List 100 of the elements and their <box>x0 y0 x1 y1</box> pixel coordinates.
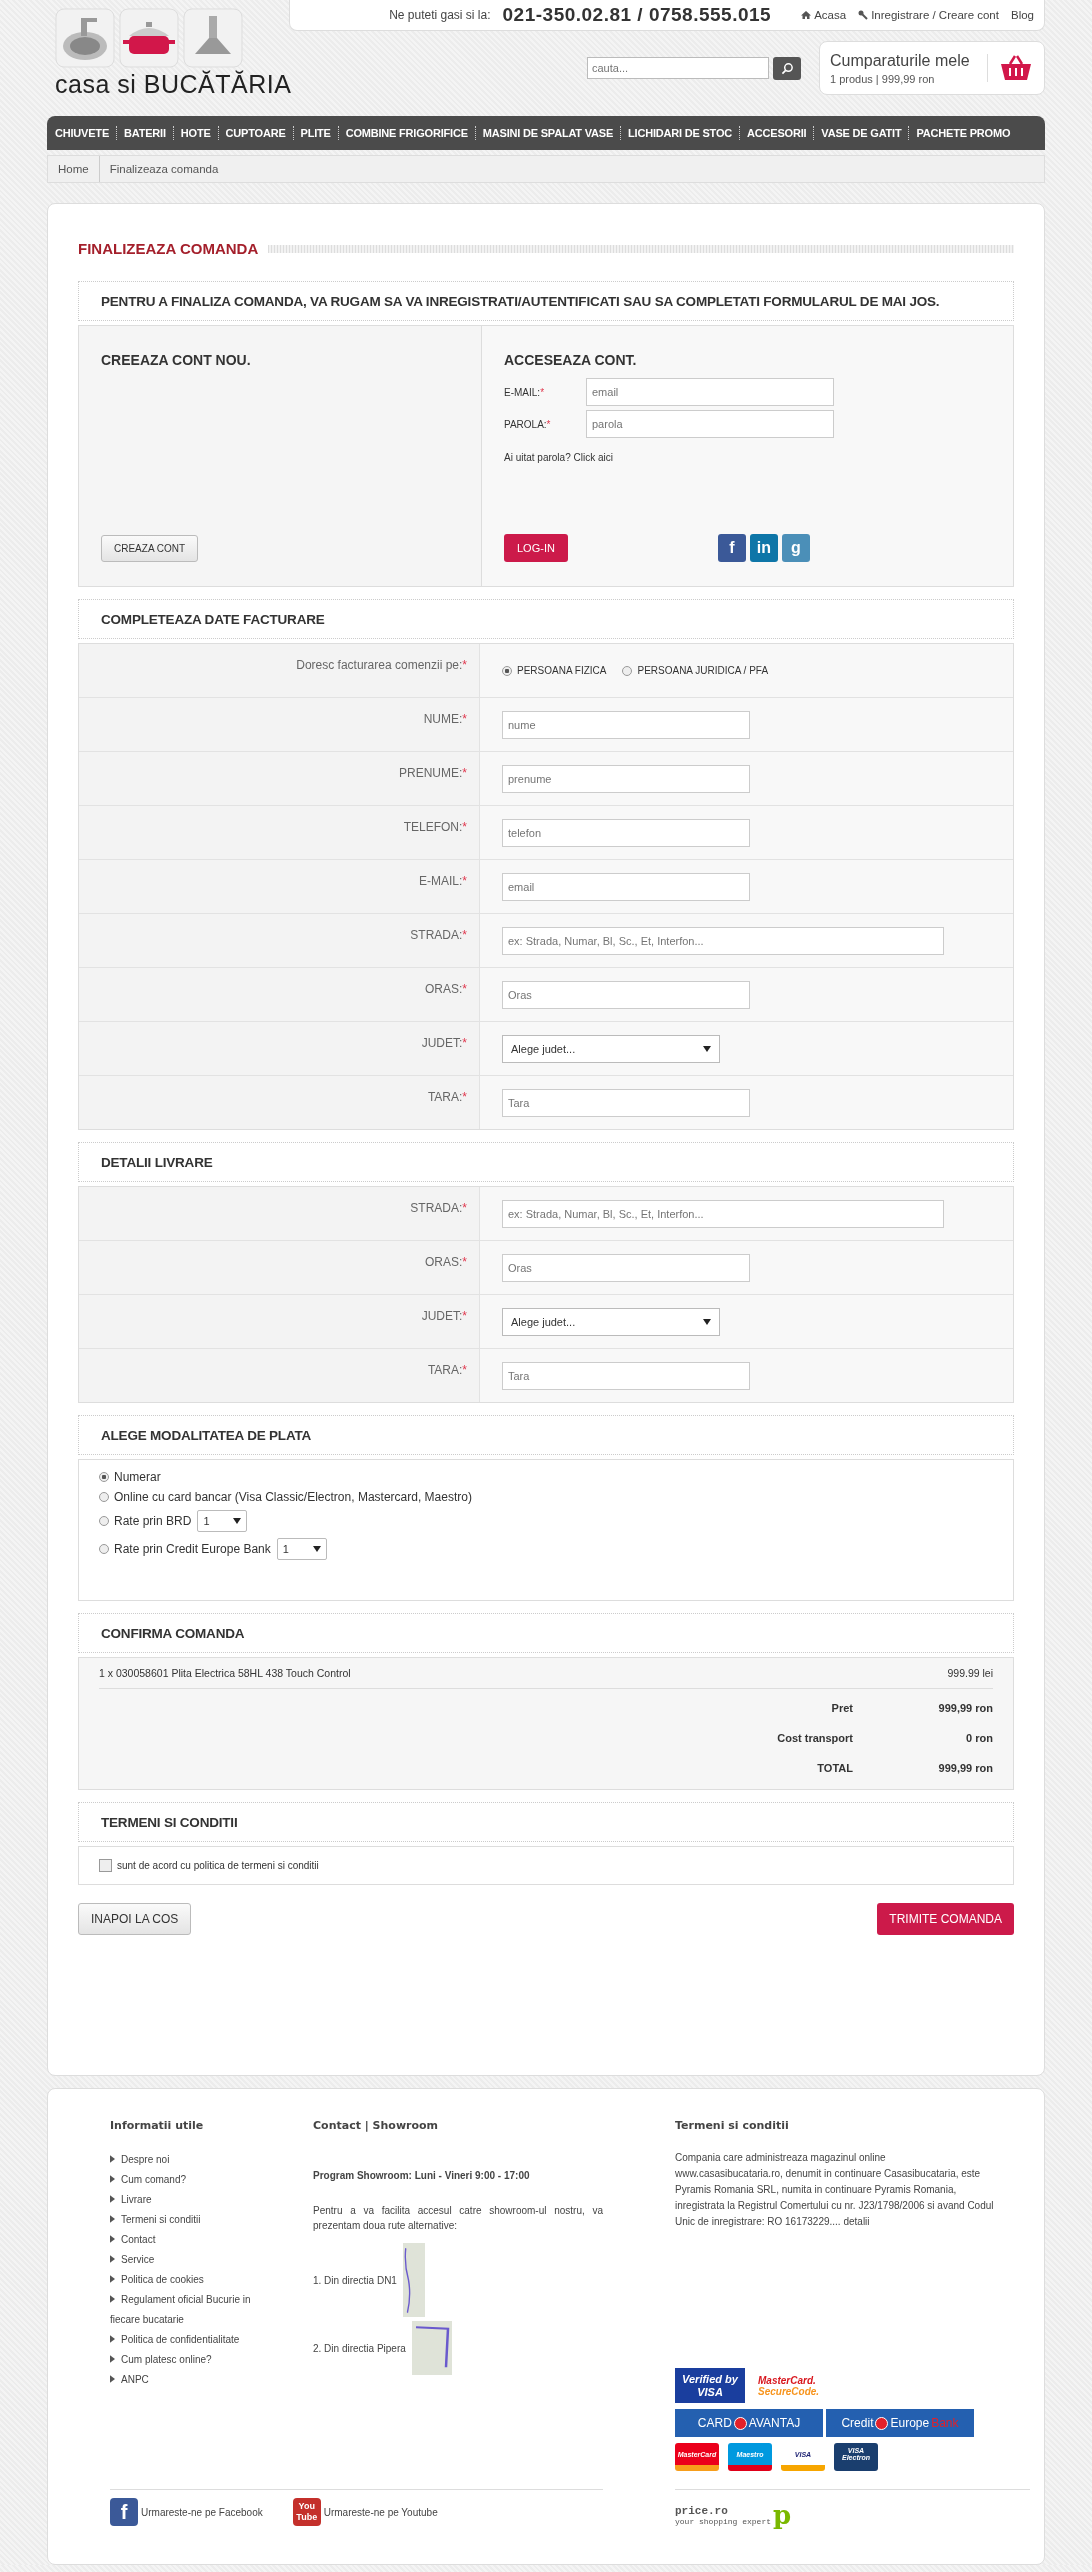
section-title: PENTRU A FINALIZA COMANDA, VA RUGAM SA VA INREGISTRATI/AUTENTIFICATI SAU SA COMPLETATI FORMULARUL DE MAI JOS. <box>101 293 940 309</box>
social-login-icon[interactable]: f <box>717 534 746 562</box>
category-link[interactable]: VASE DE GATIT <box>821 127 902 139</box>
total-label: Cost transport <box>776 1732 853 1744</box>
route-label: 2. Din directia Pipera <box>313 2342 406 2354</box>
chevron-icon <box>110 2235 115 2243</box>
back-to-cart-button[interactable]: INAPOI LA COS <box>78 1903 192 1935</box>
search-button[interactable] <box>773 56 801 80</box>
input-field[interactable]: Oras <box>502 980 750 1009</box>
map-thumbnail[interactable] <box>402 2243 425 2317</box>
footer-link[interactable]: Despre noi <box>110 2150 270 2170</box>
chevron-icon <box>110 2175 115 2183</box>
installments-dropdown[interactable]: 1 <box>197 1510 248 1532</box>
input-field[interactable]: Tara <box>502 1088 750 1117</box>
footer-link[interactable]: ANPC <box>110 2370 270 2390</box>
installments-dropdown[interactable]: 1 <box>276 1538 327 1560</box>
footer-link[interactable]: Cum comand? <box>110 2170 270 2190</box>
footer-link[interactable]: Contact <box>110 2230 270 2250</box>
category-link[interactable]: CUPTOARE <box>225 127 286 139</box>
field-label: PAROLA:* <box>504 418 552 430</box>
search-field[interactable]: cauta... <box>587 57 769 79</box>
footer-heading: Termeni si conditii <box>675 2119 790 2132</box>
radio-button[interactable] <box>502 665 512 676</box>
item-price: 999.99 lei <box>947 1667 993 1679</box>
cart-summary: 1 produs | 999,99 ron <box>830 72 936 85</box>
cart-panel[interactable]: Cumparaturile mele 1 produs | 999,99 ron <box>819 41 1045 95</box>
radio-button[interactable] <box>99 1492 109 1502</box>
input-field[interactable]: prenume <box>502 764 750 793</box>
input-field[interactable]: email <box>586 378 834 406</box>
category-link[interactable]: MASINI DE SPALAT VASE <box>482 127 614 139</box>
mastercard-securecode-logo: MasterCard. SecureCode. <box>758 2374 820 2397</box>
footer-link[interactable]: Politica de cookies <box>110 2270 270 2290</box>
chevron-icon <box>110 2255 115 2263</box>
form-label: ORAS:* <box>79 968 480 1021</box>
checkbox[interactable] <box>99 1859 112 1872</box>
total-value: 0 ron <box>966 1732 993 1744</box>
form-label: TELEFON:* <box>79 806 480 859</box>
radio-button[interactable] <box>99 1472 109 1482</box>
breadcrumb-link[interactable]: Home <box>48 156 100 182</box>
details-link[interactable]: detalii <box>843 2216 870 2227</box>
radio-button[interactable] <box>622 665 633 676</box>
input-field[interactable]: Oras <box>502 1253 750 1282</box>
category-link[interactable]: COMBINE FRIGORIFICE <box>345 127 468 139</box>
category-link[interactable]: PLITE <box>300 127 331 139</box>
top-link[interactable]: Acasa <box>801 9 847 21</box>
footer-link[interactable]: Regulament oficial Bucurie in fiecare bucatarie <box>110 2290 270 2330</box>
social-login-icon[interactable]: in <box>749 534 778 562</box>
map-thumbnail[interactable] <box>411 2321 452 2375</box>
radio-option[interactable]: Rate prin BRD <box>99 1514 192 1528</box>
radio-option[interactable]: Online cu card bancar (Visa Classic/Electron, Mastercard, Maestro) <box>99 1490 472 1504</box>
pot-icon <box>119 8 179 68</box>
dropdown[interactable]: Alege judet... <box>502 1307 720 1336</box>
radio-button[interactable] <box>99 1516 109 1526</box>
login-button[interactable]: LOG-IN <box>504 534 568 562</box>
input-field[interactable]: email <box>502 872 750 901</box>
forgot-password-link[interactable]: Ai uitat parola? Click aici <box>504 452 991 463</box>
input-field[interactable]: ex: Strada, Numar, Bl, Sc., Et, Interfon... <box>502 1199 944 1228</box>
category-link[interactable]: ACCESORII <box>747 127 807 139</box>
category-link[interactable]: LICHIDARI DE STOC <box>628 127 733 139</box>
showroom-intro: Pentru a va facilita accesul catre showroom-ul nostru, va prezentam doua rute alternative: <box>313 2204 603 2233</box>
bank-card-logo: Credit Europe Bank <box>826 2409 974 2437</box>
create-account-button[interactable]: CREAZA CONT <box>101 535 199 562</box>
login-title: ACCESEAZA CONT. <box>504 352 638 368</box>
category-link[interactable]: BATERII <box>124 127 166 139</box>
radio-option[interactable]: PERSOANA JURIDICA / PFA <box>622 665 769 676</box>
radio-button[interactable] <box>99 1544 109 1554</box>
input-field[interactable]: Tara <box>502 1361 750 1390</box>
input-field[interactable]: parola <box>586 410 834 438</box>
sink-icon <box>55 8 115 68</box>
radio-option[interactable]: Rate prin Credit Europe Bank <box>99 1542 271 1556</box>
dropdown[interactable]: Alege judet... <box>502 1034 720 1063</box>
footer-link[interactable]: Termeni si conditii <box>110 2210 270 2230</box>
follow-link[interactable]: f Urmareste-ne pe Facebook <box>110 2498 263 2526</box>
footer-link[interactable]: Cum platesc online? <box>110 2350 270 2370</box>
form-label: E-MAIL:* <box>79 860 480 913</box>
social-login-icon[interactable]: g <box>781 534 810 562</box>
input-field[interactable]: ex: Strada, Numar, Bl, Sc., Et, Interfon... <box>502 926 944 955</box>
cart-title: Cumparaturile mele <box>830 51 970 70</box>
showroom-hours: Program Showroom: Luni - Vineri 9:00 - 17:00 <box>313 2170 531 2181</box>
submit-order-button[interactable]: TRIMITE COMANDA <box>877 1903 1014 1935</box>
section-title: ALEGE MODALITATEA DE PLATA <box>101 1427 312 1443</box>
chevron-icon <box>110 2295 115 2303</box>
footer-link[interactable]: Livrare <box>110 2190 270 2210</box>
footer-link[interactable]: Service <box>110 2250 270 2270</box>
radio-option[interactable]: PERSOANA FIZICA <box>502 665 607 676</box>
category-link[interactable]: PACHETE PROMO <box>916 127 1011 139</box>
logo-text[interactable]: casa si BUCĂTĂRIA <box>55 70 292 99</box>
chevron-icon <box>110 2355 115 2363</box>
chevron-icon <box>110 2275 115 2283</box>
radio-option[interactable]: Numerar <box>99 1470 161 1484</box>
category-link[interactable]: HOTE <box>180 127 211 139</box>
checkbox-option[interactable]: sunt de acord cu politica de termeni si conditii <box>99 1859 993 1872</box>
category-link[interactable]: CHIUVETE <box>55 127 110 139</box>
create-account-title: CREEAZA CONT NOU. <box>101 352 252 368</box>
chevron-icon <box>110 2195 115 2203</box>
footer-link[interactable]: Politica de confidentialitate <box>110 2330 270 2350</box>
top-link[interactable]: Inregistrare / Creare cont <box>858 9 999 21</box>
input-field[interactable]: telefon <box>502 818 750 847</box>
top-link[interactable]: Blog <box>1010 9 1034 21</box>
input-field[interactable]: nume <box>502 710 750 739</box>
